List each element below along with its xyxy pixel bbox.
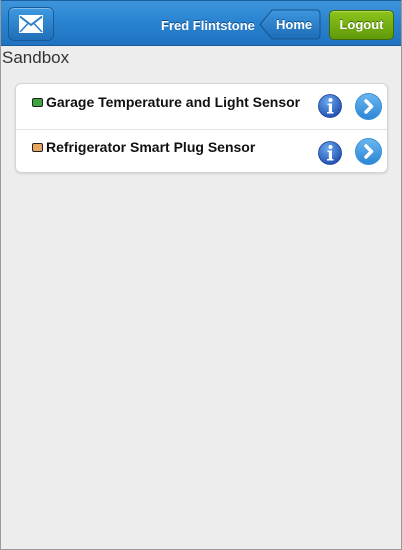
envelope-icon	[19, 15, 43, 33]
home-button[interactable]: Home	[259, 9, 321, 40]
page-title: Sandbox	[2, 48, 70, 67]
user-name: Fred Flintstone	[161, 18, 255, 33]
sensor-label: Refrigerator Smart Plug Sensor	[46, 139, 256, 155]
sensor-label: Garage Temperature and Light Sensor	[46, 94, 301, 110]
logout-button[interactable]: Logout	[329, 10, 394, 40]
sensor-list: Garage Temperature and Light Sensor Refr…	[15, 83, 388, 173]
list-item[interactable]: Garage Temperature and Light Sensor	[16, 84, 387, 130]
chevron-right-icon[interactable]	[355, 93, 382, 120]
info-icon[interactable]	[318, 94, 342, 118]
home-label: Home	[276, 17, 313, 32]
sensor-status-icon	[32, 98, 43, 107]
app-header: Fred Flintstone Home Logout	[1, 0, 401, 46]
list-item[interactable]: Refrigerator Smart Plug Sensor	[16, 129, 387, 174]
mail-button[interactable]	[8, 7, 54, 41]
info-icon[interactable]	[318, 141, 342, 165]
chevron-right-icon[interactable]	[355, 138, 382, 165]
sensor-status-icon	[32, 143, 43, 152]
